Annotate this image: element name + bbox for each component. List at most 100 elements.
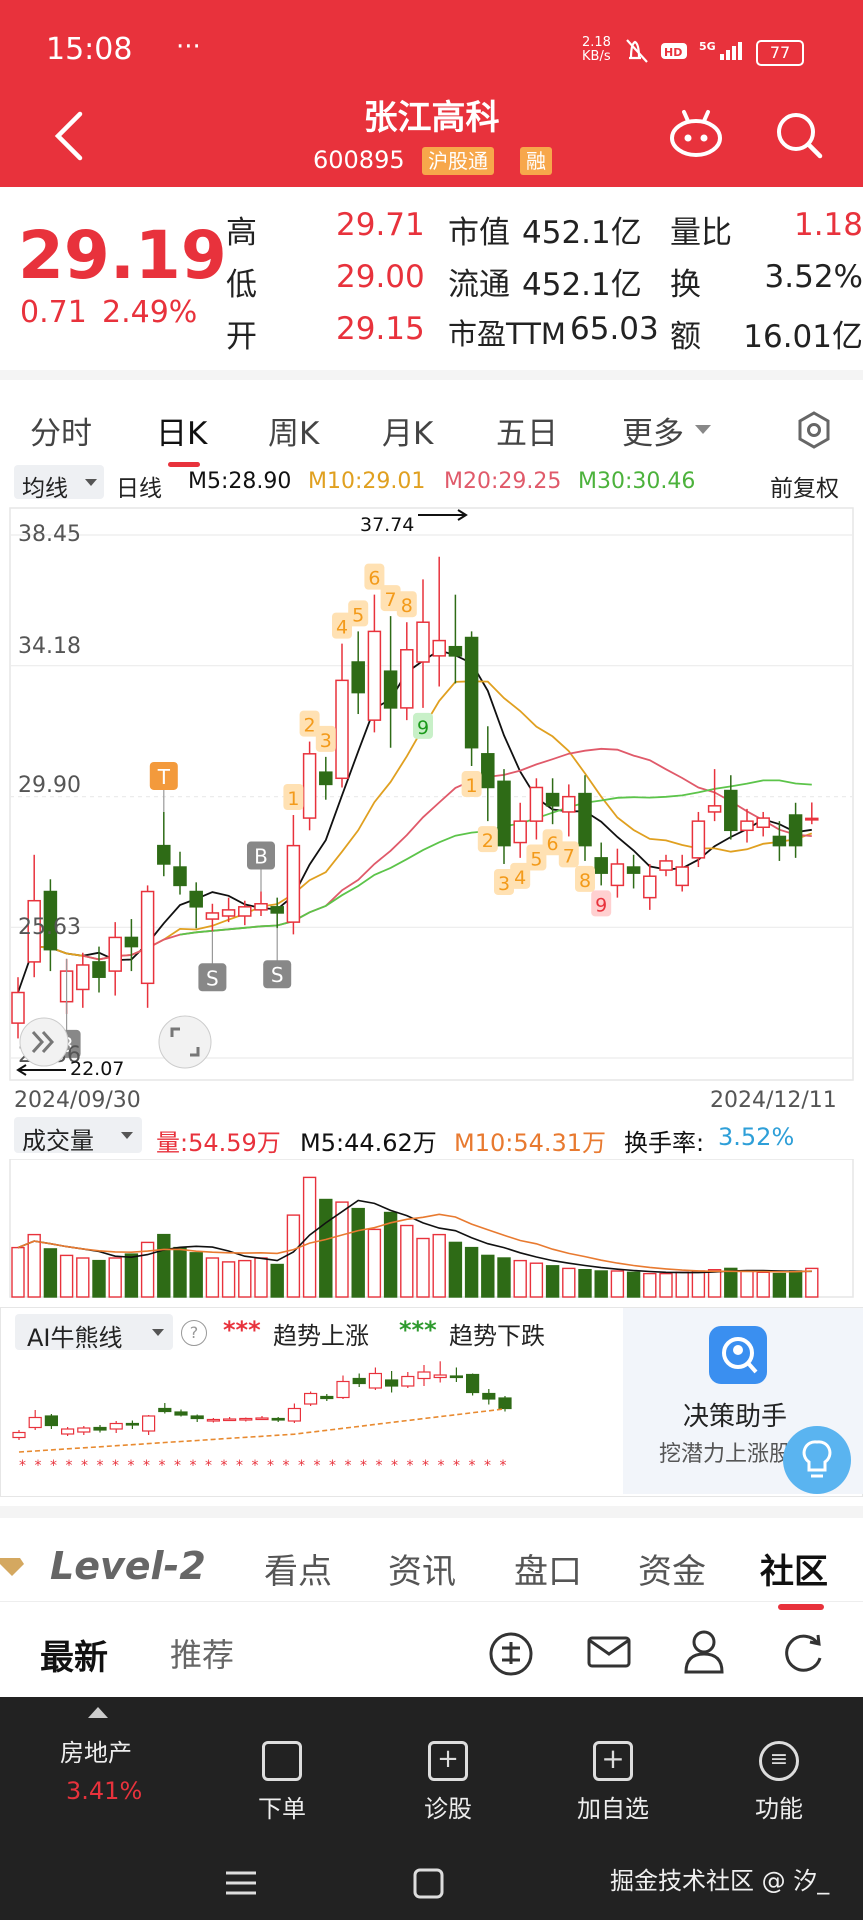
price-adjust-toggle[interactable]: 前复权 [770, 469, 839, 503]
nine-turn-down-badge-label: 8 [579, 870, 591, 892]
volume-bar [319, 1198, 333, 1298]
volume-bar [691, 1270, 706, 1298]
sector-name[interactable]: 房地产 [60, 1733, 132, 1768]
tab-news[interactable]: 资讯 [388, 1544, 456, 1593]
help-icon[interactable]: ? [181, 1320, 207, 1346]
bull-logo-icon[interactable] [486, 1630, 536, 1678]
candle-body [254, 903, 268, 911]
ai-trend-star: * [314, 1458, 321, 1474]
tab-more[interactable]: 更多 [622, 408, 684, 453]
y-tick-label: 29.90 [18, 773, 81, 798]
add-square-icon: + [593, 1741, 633, 1781]
volume-bar [675, 1271, 689, 1298]
tab-community[interactable]: 社区 [760, 1544, 828, 1593]
nine-turn-up-badge-label: 5 [352, 604, 364, 626]
volume-bar [11, 1246, 25, 1298]
search-icon[interactable] [774, 108, 824, 160]
stock-name: 张江高科 [363, 98, 500, 138]
candle-body [594, 857, 608, 874]
candle-body [108, 936, 122, 972]
ai-candle-body [255, 1417, 269, 1421]
volume-selector[interactable]: 成交量 [14, 1117, 142, 1155]
ma-legend-bar: 均线 日线 M5:28.90 M10:29.01 M20:29.25 M30:3… [0, 463, 863, 505]
user-profile-icon[interactable] [684, 1628, 724, 1674]
volume-bar [497, 1257, 511, 1298]
volume-bar [610, 1270, 625, 1298]
order-button[interactable]: 下单 [222, 1741, 342, 1824]
amount-label: 额 [670, 319, 701, 355]
ma-selector[interactable]: 均线 [14, 465, 104, 502]
candle-body [756, 817, 770, 829]
candle-body [319, 771, 333, 786]
tab-level2[interactable]: Level-2 [50, 1544, 206, 1588]
tab-latest[interactable]: 最新 [40, 1630, 108, 1679]
nine-turn-down-badge-label: 4 [514, 867, 526, 889]
ai-trend-star: * [35, 1458, 42, 1474]
battery-icon: 77 [756, 40, 804, 66]
hk-connect-tag: 沪股通 [422, 147, 494, 175]
ai-trend-star: * [422, 1458, 429, 1474]
tab-intraday[interactable]: 分时 [30, 408, 92, 453]
ai-candle-body [125, 1422, 140, 1426]
diamond-icon [0, 1558, 24, 1576]
ai-candle-body [466, 1373, 480, 1394]
nine-turn-down-badge-label: 1 [466, 775, 478, 797]
nine-turn-down-badge-label: 6 [547, 833, 559, 855]
volume-bar [92, 1259, 106, 1298]
signal-marker-label: T [157, 765, 171, 789]
ai-trend-star: * [360, 1458, 367, 1474]
down-trend-label: 趋势下跌 [449, 1322, 545, 1350]
volume-bar [302, 1176, 317, 1298]
ai-trend-star: * [438, 1458, 445, 1474]
volume-bar [578, 1268, 592, 1298]
tab-monthly-k[interactable]: 月K [382, 408, 433, 453]
ai-candle-body [368, 1372, 382, 1389]
turnover-rate-label: 换手率: [624, 1129, 705, 1157]
sector-change: 3.41% [66, 1777, 143, 1805]
add-watchlist-button[interactable]: + 加自选 [553, 1741, 673, 1824]
network-speed: 2.18 KB/s [582, 35, 611, 64]
ai-trend-star: * [128, 1458, 135, 1474]
diagnose-plus-icon: + [428, 1741, 468, 1781]
assistant-logo-icon [709, 1326, 767, 1384]
tab-order-book[interactable]: 盘口 [514, 1544, 582, 1593]
ai-trend-chart: * * * * * * * * * * * * * * * * * * * * * * * * * * * * * * * * [12, 1361, 512, 1474]
tab-highlights[interactable]: 看点 [264, 1544, 332, 1593]
volume-bar [270, 1263, 284, 1298]
y-tick-label: 38.45 [18, 522, 81, 547]
diagnose-button[interactable]: + 诊股 [388, 1741, 508, 1824]
candle-body [659, 860, 673, 871]
status-time: 15:08 [46, 32, 133, 67]
system-home-icon[interactable] [412, 1867, 446, 1901]
volume-bar [238, 1259, 252, 1298]
volume-chart[interactable] [0, 1159, 863, 1301]
fullscreen-icon[interactable] [158, 1015, 212, 1069]
mute-icon [626, 39, 648, 63]
ai-trend-star: * [205, 1458, 212, 1474]
robot-assistant-icon[interactable] [668, 108, 724, 158]
ai-candle-body [77, 1427, 91, 1433]
candle-body [335, 679, 349, 780]
volume-legend-bar: 成交量 量:54.59万 M5:44.62万 M10:54.31万 换手率: 3… [0, 1113, 863, 1159]
lightbulb-icon[interactable] [783, 1426, 851, 1494]
tab-daily-k[interactable]: 日K [156, 408, 207, 453]
kline-chart[interactable]: 123456789123456789TBBSS 38.45 34.18 29.9… [0, 505, 863, 1115]
decision-assistant-card[interactable]: 决策助手 挖潜力上涨股 [623, 1308, 863, 1494]
volume-bar [416, 1237, 430, 1298]
mail-icon[interactable] [586, 1632, 632, 1672]
functions-button[interactable]: ≡ 功能 [719, 1741, 839, 1824]
refresh-icon[interactable] [780, 1630, 826, 1674]
tab-capital[interactable]: 资金 [638, 1544, 706, 1593]
tab-recommend[interactable]: 推荐 [170, 1630, 234, 1676]
candle-body [497, 780, 511, 847]
ai-selector[interactable]: AI牛熊线 [15, 1314, 173, 1352]
settings-gear-icon[interactable] [794, 410, 834, 450]
volume-bar [189, 1252, 203, 1298]
tab-five-day[interactable]: 五日 [496, 408, 558, 453]
volume-bar [157, 1233, 171, 1298]
high-value: 29.71 [336, 207, 425, 243]
system-menu-icon[interactable] [224, 1867, 258, 1899]
tab-weekly-k[interactable]: 周K [268, 408, 319, 453]
volume-bar [383, 1211, 398, 1298]
volume-bar [76, 1257, 90, 1298]
